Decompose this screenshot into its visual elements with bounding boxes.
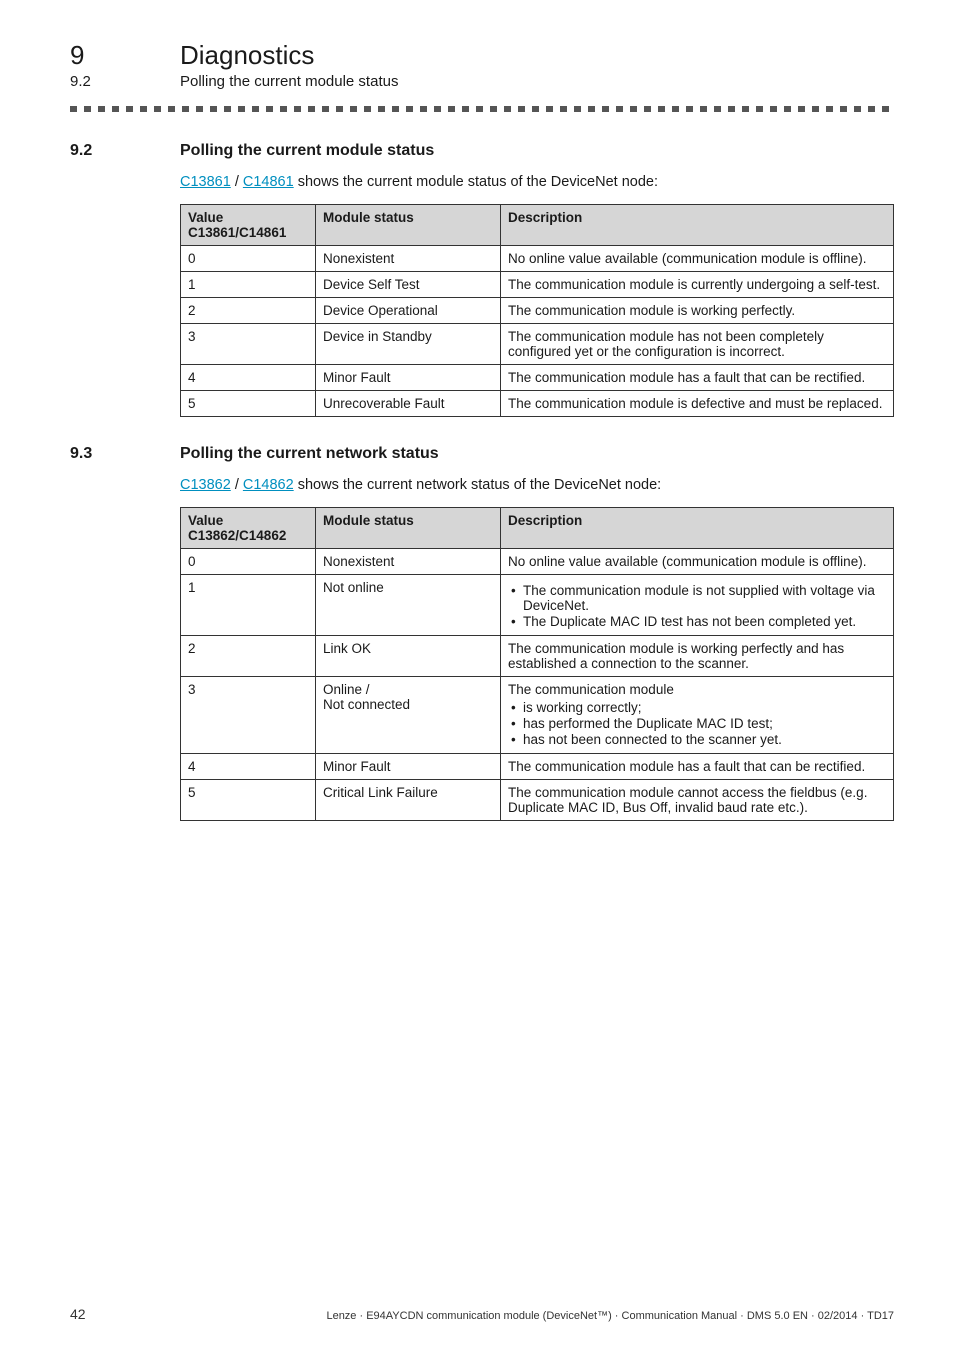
section-number-9-3: 9.3: [70, 445, 180, 463]
subheader-title: Polling the current module status: [180, 73, 398, 90]
link-c13861[interactable]: C13861: [180, 174, 231, 190]
cell-module: Unrecoverable Fault: [316, 391, 501, 417]
intro-tail-9-3: shows the current network status of the …: [294, 477, 662, 493]
cell-description: No online value available (communication…: [501, 549, 894, 575]
cell-description: The communication module has a fault tha…: [501, 754, 894, 780]
cell-description: The communication module is defective an…: [501, 391, 894, 417]
table-row: 1Not online The communication module is n…: [181, 575, 894, 636]
table-header-row: Value C13861/C14861 Module status Descri…: [181, 205, 894, 246]
network-status-table: Value C13862/C14862 Module status Descri…: [180, 507, 894, 821]
cell-module: Device Operational: [316, 298, 501, 324]
bullet-item: is working correctly;: [523, 700, 886, 715]
cell-module: Nonexistent: [316, 246, 501, 272]
footer-text: Lenze · E94AYCDN communication module (D…: [326, 1310, 894, 1322]
cell-module: Link OK: [316, 636, 501, 677]
table-row: 3Device in StandbyThe communication modu…: [181, 324, 894, 365]
link-c13862[interactable]: C13862: [180, 477, 231, 493]
table-row: 4Minor FaultThe communication module has…: [181, 754, 894, 780]
bullet-list: is working correctly;has performed the D…: [508, 700, 886, 747]
intro-paragraph-9-3: C13862 / C14862 shows the current networ…: [180, 477, 894, 493]
section-title-9-3: Polling the current network status: [180, 445, 439, 463]
cell-value: 5: [181, 780, 316, 821]
cell-module: Online /Not connected: [316, 677, 501, 754]
intro-sep-9-3: /: [231, 477, 243, 493]
bullet-item: The communication module is not supplied…: [523, 583, 886, 613]
cell-module: Minor Fault: [316, 365, 501, 391]
cell-module: Critical Link Failure: [316, 780, 501, 821]
cell-value: 5: [181, 391, 316, 417]
subheader-number: 9.2: [70, 73, 180, 90]
section-number-9-2: 9.2: [70, 142, 180, 160]
cell-description: No online value available (communication…: [501, 246, 894, 272]
cell-module: Not online: [316, 575, 501, 636]
cell-value: 3: [181, 324, 316, 365]
link-c14862[interactable]: C14862: [243, 477, 294, 493]
cell-module: Minor Fault: [316, 754, 501, 780]
cell-description: The communication module has not been co…: [501, 324, 894, 365]
intro-tail-9-2: shows the current module status of the D…: [294, 174, 658, 190]
cell-description-lead: The communication module: [508, 682, 886, 697]
module-status-table: Value C13861/C14861 Module status Descri…: [180, 204, 894, 417]
cell-value: 4: [181, 365, 316, 391]
chapter-number: 9: [70, 40, 180, 71]
table-row: 3Online /Not connectedThe communication …: [181, 677, 894, 754]
page-number: 42: [70, 1306, 86, 1322]
intro-paragraph-9-2: C13861 / C14861 shows the current module…: [180, 174, 894, 190]
th-module: Module status: [316, 205, 501, 246]
cell-module: Device Self Test: [316, 272, 501, 298]
cell-description: The communication module has a fault tha…: [501, 365, 894, 391]
cell-module-line: Not connected: [323, 697, 493, 712]
cell-description: The communication module is working perf…: [501, 298, 894, 324]
cell-module-line: Online /: [323, 682, 493, 697]
cell-value: 1: [181, 575, 316, 636]
th-value: Value C13862/C14862: [181, 508, 316, 549]
cell-description: The communication module cannot access t…: [501, 780, 894, 821]
table-row: 2Link OKThe communication module is work…: [181, 636, 894, 677]
th-description: Description: [501, 508, 894, 549]
th-module: Module status: [316, 508, 501, 549]
table-row: 1Device Self TestThe communication modul…: [181, 272, 894, 298]
chapter-title: Diagnostics: [180, 40, 314, 71]
page-footer: 42 Lenze · E94AYCDN communication module…: [70, 1306, 894, 1322]
cell-value: 0: [181, 549, 316, 575]
bullet-item: The Duplicate MAC ID test has not been c…: [523, 614, 886, 629]
table-row: 5Unrecoverable FaultThe communication mo…: [181, 391, 894, 417]
table-header-row: Value C13862/C14862 Module status Descri…: [181, 508, 894, 549]
intro-sep-9-2: /: [231, 174, 243, 190]
table-row: 0NonexistentNo online value available (c…: [181, 549, 894, 575]
table-row: 5Critical Link FailureThe communication …: [181, 780, 894, 821]
section-title-9-2: Polling the current module status: [180, 142, 434, 160]
cell-value: 1: [181, 272, 316, 298]
bullet-item: has performed the Duplicate MAC ID test;: [523, 716, 886, 731]
table-row: 2Device OperationalThe communication mod…: [181, 298, 894, 324]
cell-description: The communication module is not supplied…: [501, 575, 894, 636]
table-row: 4Minor FaultThe communication module has…: [181, 365, 894, 391]
cell-value: 3: [181, 677, 316, 754]
bullet-item: has not been connected to the scanner ye…: [523, 732, 886, 747]
cell-value: 4: [181, 754, 316, 780]
cell-value: 0: [181, 246, 316, 272]
cell-value: 2: [181, 636, 316, 677]
th-value: Value C13861/C14861: [181, 205, 316, 246]
separator-dashes: [70, 106, 894, 112]
table-row: 0NonexistentNo online value available (c…: [181, 246, 894, 272]
cell-description: The communication module is working corre…: [501, 677, 894, 754]
cell-description: The communication module is currently un…: [501, 272, 894, 298]
bullet-list: The communication module is not supplied…: [508, 583, 886, 629]
cell-description: The communication module is working perf…: [501, 636, 894, 677]
th-description: Description: [501, 205, 894, 246]
cell-module: Device in Standby: [316, 324, 501, 365]
cell-module: Nonexistent: [316, 549, 501, 575]
link-c14861[interactable]: C14861: [243, 174, 294, 190]
cell-value: 2: [181, 298, 316, 324]
